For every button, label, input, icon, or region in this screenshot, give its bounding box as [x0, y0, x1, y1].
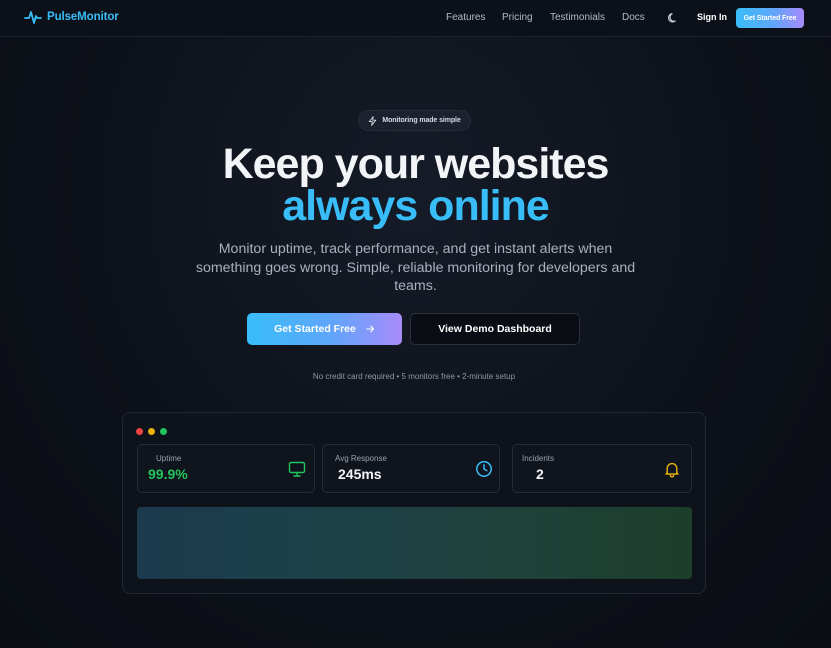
window-dot-red: [136, 428, 143, 435]
incidents-label: Incidents: [522, 454, 555, 463]
avg-response-label: Avg Response: [335, 454, 387, 463]
avg-response-card: Avg Response 245ms: [322, 444, 500, 493]
get-started-label: Get Started Free: [274, 323, 356, 335]
brand-name: PulseMonitor: [47, 11, 119, 23]
nav-link-pricing[interactable]: Pricing: [502, 12, 533, 23]
dashboard-preview: Uptime 99.9% Avg Response 245ms Incident…: [122, 412, 706, 594]
sign-in-link[interactable]: Sign In: [697, 12, 727, 22]
window-dot-yellow: [148, 428, 155, 435]
uptime-card: Uptime 99.9%: [137, 444, 315, 493]
uptime-label: Uptime: [156, 454, 182, 463]
lightning-icon: [369, 115, 377, 126]
nav-link-docs[interactable]: Docs: [622, 12, 645, 23]
hero-badge: Monitoring made simple: [358, 110, 471, 131]
badge-text: Monitoring made simple: [382, 117, 461, 124]
hero-title-line2: always online: [282, 182, 550, 230]
nav-get-started-button[interactable]: Get Started Free: [736, 8, 804, 28]
arrow-right-icon: [366, 325, 374, 333]
chart-placeholder: [137, 507, 692, 579]
hero-fineprint: No credit card required • 5 monitors fre…: [312, 372, 516, 381]
nav-link-features[interactable]: Features: [446, 12, 485, 23]
view-demo-button[interactable]: View Demo Dashboard: [410, 313, 580, 345]
bell-icon: [665, 462, 679, 478]
get-started-button[interactable]: Get Started Free: [247, 313, 402, 345]
uptime-value: 99.9%: [148, 466, 188, 482]
hero-title-line1: Keep your websites: [222, 140, 610, 188]
avg-response-value: 245ms: [338, 466, 382, 482]
top-nav: PulseMonitor Features Pricing Testimonia…: [0, 0, 831, 37]
window-dot-green: [160, 428, 167, 435]
incidents-value: 2: [536, 466, 544, 482]
pulse-icon: [24, 11, 42, 24]
brand-logo[interactable]: PulseMonitor: [24, 9, 119, 25]
nav-link-testimonials[interactable]: Testimonials: [550, 12, 605, 23]
clock-icon: [476, 461, 492, 477]
moon-icon[interactable]: [667, 12, 679, 24]
incidents-card: Incidents 2: [512, 444, 692, 493]
hero-subtitle: Monitor uptime, track performance, and g…: [195, 241, 636, 295]
monitor-icon: [288, 461, 306, 477]
